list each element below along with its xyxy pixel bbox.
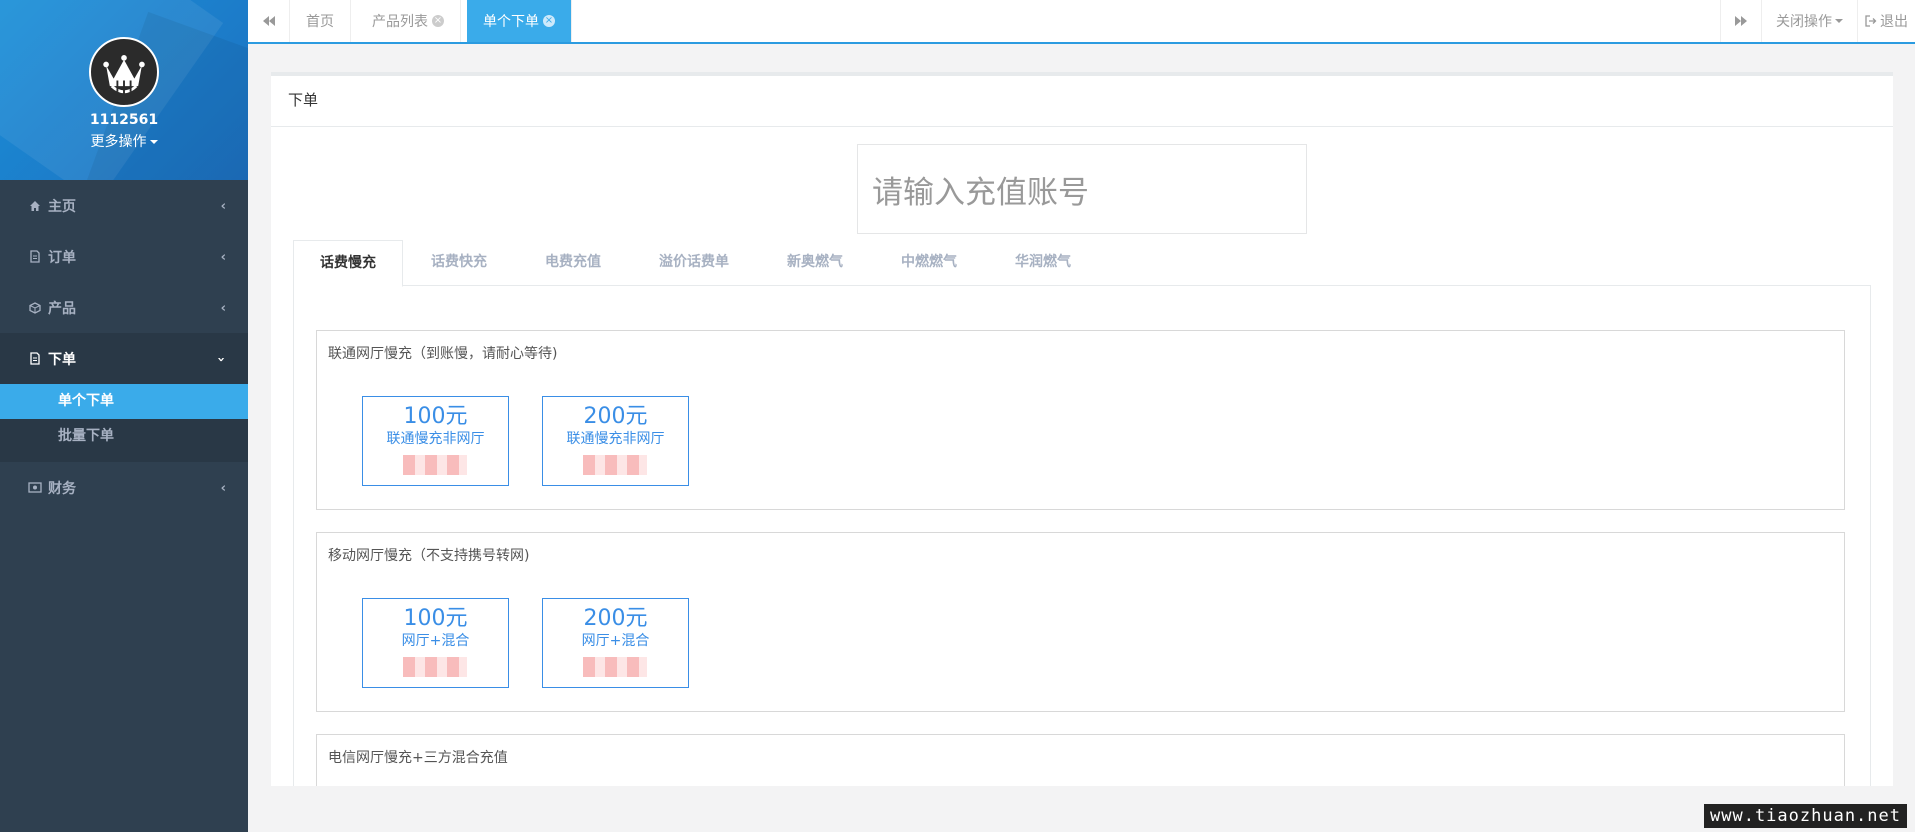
product-group-telecom: 电信网厅慢充+三方混合充值 [316,734,1845,786]
sidebar-item-orders[interactable]: 订单 ‹ [0,231,248,282]
chevron-left-icon: ‹ [220,199,226,214]
tab-home[interactable]: 首页 [290,0,351,42]
order-panel: 下单 请输入充值账号 话费慢充 话费快充 电费充值 溢价话费单 新奥燃气 中燃燃… [271,72,1893,786]
sub-item-single-order[interactable]: 单个下单 [0,384,248,419]
sidebar-item-label: 订单 [48,249,76,266]
product-card[interactable]: 200元 联通慢充非网厅 [542,396,689,486]
product-tabs: 话费慢充 话费快充 电费充值 溢价话费单 新奥燃气 中燃燃气 华润燃气 [293,240,1871,287]
redacted-price [403,657,467,677]
tab-label: 首页 [306,14,334,30]
more-ops-dropdown[interactable]: 更多操作 [0,131,248,151]
file-text-icon [28,352,42,366]
product-group-mobile: 移动网厅慢充（不支持携号转网) 100元 网厅+混合 200元 网厅+混合 [316,532,1845,712]
card-amount: 200元 [583,606,648,631]
double-left-icon [262,16,275,26]
card-amount: 100元 [403,404,468,429]
card-amount: 100元 [403,606,468,631]
sidebar-item-place-order[interactable]: 下单 ‹ [0,333,248,384]
sidebar-item-home[interactable]: 主页 ‹ [0,180,248,231]
cube-icon [28,301,42,315]
sidebar-item-label: 下单 [48,351,76,368]
home-icon [28,199,42,213]
logout-button[interactable]: 退出 [1858,0,1915,42]
sidebar-item-products[interactable]: 产品 ‹ [0,282,248,333]
product-group-unicom: 联通网厅慢充（到账慢，请耐心等待) 100元 联通慢充非网厅 200元 联通慢充… [316,330,1845,510]
sidebar-item-label: 财务 [48,480,76,497]
tab-xinao-gas[interactable]: 新奥燃气 [767,240,863,286]
double-right-icon [1735,16,1747,26]
tab-huarun-gas[interactable]: 华润燃气 [995,240,1091,286]
chevron-left-icon: ‹ [220,250,226,265]
tab-zhongran-gas[interactable]: 中燃燃气 [881,240,977,286]
scroll-right-button[interactable] [1720,0,1762,42]
group-title: 移动网厅慢充（不支持携号转网) [328,548,530,564]
close-ops-dropdown[interactable]: 关闭操作 [1762,0,1858,42]
panel-title: 下单 [271,76,1893,127]
file-icon [28,250,42,264]
account-input-placeholder: 请输入充值账号 [872,174,1089,211]
more-ops-label: 更多操作 [90,134,147,150]
product-card[interactable]: 100元 网厅+混合 [362,598,509,688]
sub-menu-place-order: 单个下单 批量下单 [0,384,248,462]
card-desc: 联通慢充非网厅 [386,431,485,447]
logout-label: 退出 [1880,14,1908,30]
tab-fast-recharge[interactable]: 话费快充 [411,240,507,286]
sidebar-item-finance[interactable]: 财务 ‹ [0,462,248,513]
group-title: 电信网厅慢充+三方混合充值 [328,750,508,766]
scroll-left-button[interactable] [248,0,290,42]
tab-electricity[interactable]: 电费充值 [525,240,621,286]
product-card[interactable]: 200元 网厅+混合 [542,598,689,688]
crown-icon [91,39,157,105]
chevron-down-icon: ‹ [213,356,229,363]
redacted-price [583,455,647,475]
user-name: 1112561 [89,112,159,128]
sidebar-item-label: 主页 [48,198,76,215]
sign-out-icon [1865,15,1877,27]
sidebar-item-label: 产品 [48,300,76,317]
group-title: 联通网厅慢充（到账慢，请耐心等待) [328,346,558,362]
caret-down-icon [149,140,158,144]
redacted-price [403,455,467,475]
tab-label: 产品列表 [372,14,428,30]
card-amount: 200元 [583,404,648,429]
caret-down-icon [1835,19,1843,23]
sub-item-batch-order[interactable]: 批量下单 [0,419,248,454]
card-desc: 联通慢充非网厅 [566,431,665,447]
close-icon[interactable]: × [543,15,555,27]
profile-header: 1112561 更多操作 [0,0,248,180]
tab-single-order[interactable]: 单个下单 × [467,0,572,42]
sidebar: 1112561 更多操作 主页 ‹ 订单 ‹ 产品 ‹ 下单 ‹ 单个下单 批量… [0,0,248,832]
tab-label: 单个下单 [483,14,539,30]
card-desc: 网厅+混合 [581,633,650,649]
redacted-price [583,657,647,677]
tab-product-list[interactable]: 产品列表 × [356,0,461,42]
chevron-left-icon: ‹ [220,301,226,316]
tab-bar: 首页 产品列表 × 单个下单 × 关闭操作 退出 [248,0,1915,44]
tab-premium-bill[interactable]: 溢价话费单 [639,240,749,286]
product-card[interactable]: 100元 联通慢充非网厅 [362,396,509,486]
money-icon [28,481,42,495]
bottom-strip [248,826,1915,832]
card-desc: 网厅+混合 [401,633,470,649]
close-icon[interactable]: × [432,15,444,27]
tab-slow-recharge[interactable]: 话费慢充 [293,240,403,287]
close-ops-label: 关闭操作 [1776,14,1832,30]
watermark: www.tiaozhuan.net [1704,804,1907,828]
avatar[interactable] [89,37,159,107]
chevron-left-icon: ‹ [220,481,226,496]
account-input[interactable]: 请输入充值账号 [857,144,1307,234]
